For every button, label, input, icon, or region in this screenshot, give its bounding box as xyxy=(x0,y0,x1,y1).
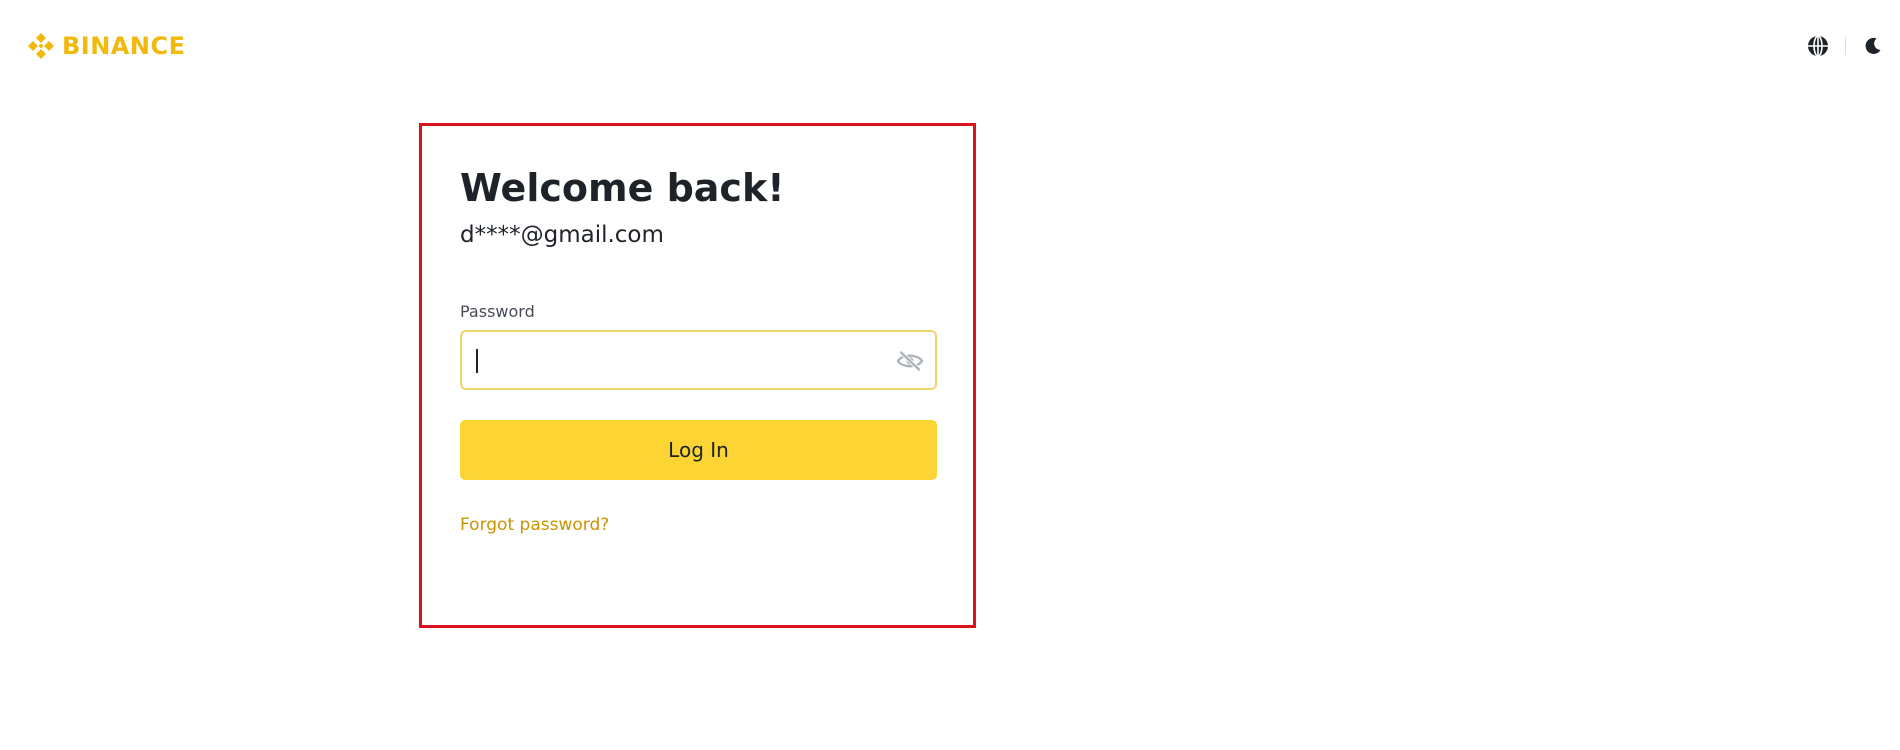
password-label: Password xyxy=(460,302,535,321)
header-actions xyxy=(1805,32,1886,60)
eye-off-icon xyxy=(896,351,924,371)
login-card: Welcome back! d****@gmail.com Password L… xyxy=(419,123,976,628)
binance-diamond-icon xyxy=(28,33,54,59)
password-input[interactable] xyxy=(462,334,882,386)
binance-logo[interactable]: BINANCE xyxy=(26,30,185,62)
text-caret xyxy=(476,349,478,373)
brand-name: BINANCE xyxy=(62,32,186,60)
login-form: Welcome back! d****@gmail.com Password L… xyxy=(460,164,937,536)
page-title: Welcome back! xyxy=(460,166,785,210)
theme-toggle-button[interactable] xyxy=(1860,33,1886,59)
account-email: d****@gmail.com xyxy=(460,222,664,248)
moon-icon xyxy=(1865,37,1881,54)
forgot-password-link[interactable]: Forgot password? xyxy=(460,514,609,536)
top-bar: BINANCE xyxy=(0,0,1900,90)
globe-icon xyxy=(1808,35,1828,57)
language-button[interactable] xyxy=(1805,33,1831,59)
header-divider xyxy=(1845,37,1846,55)
password-visibility-toggle[interactable] xyxy=(895,347,925,375)
password-field-wrapper xyxy=(460,330,937,390)
login-button[interactable]: Log In xyxy=(460,420,937,480)
